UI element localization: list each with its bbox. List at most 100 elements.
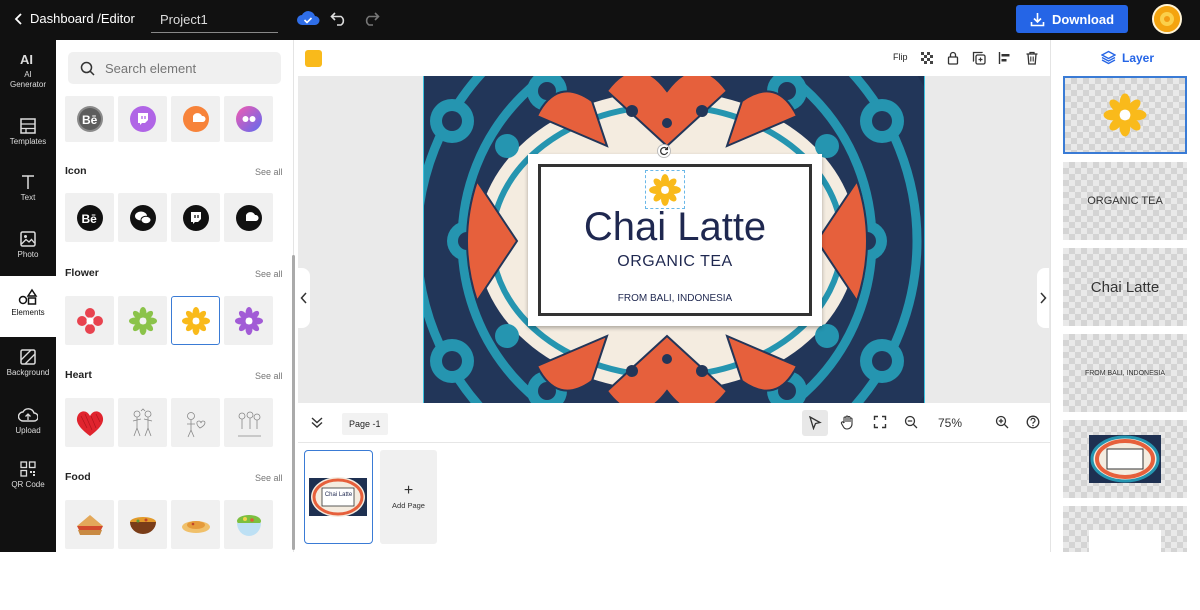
zoom-out-icon[interactable]	[904, 415, 918, 429]
see-all-flower-link[interactable]: See all	[255, 269, 283, 279]
curry-bowl-tile[interactable]	[118, 500, 167, 549]
project-name-field[interactable]: Project1	[151, 6, 278, 33]
couple-sketch-tile[interactable]	[118, 398, 167, 447]
layer-flower[interactable]	[1063, 76, 1187, 154]
chevron-left-icon	[14, 12, 22, 25]
color-swatch[interactable]	[305, 50, 322, 67]
avatar[interactable]	[1152, 4, 1182, 34]
lock-icon[interactable]	[946, 51, 960, 65]
zoom-in-icon[interactable]	[995, 415, 1009, 429]
nav-label: Text	[20, 193, 36, 202]
fit-screen-icon[interactable]	[873, 415, 887, 429]
layer-mandala-background[interactable]	[1063, 420, 1187, 498]
section-title-icon: Icon	[65, 165, 87, 177]
white-rectangle-thumbnail	[1089, 530, 1161, 552]
see-all-heart-link[interactable]: See all	[255, 371, 283, 381]
salad-bowl-icon	[236, 514, 261, 536]
download-button[interactable]: Download	[1016, 5, 1128, 33]
design-title[interactable]: Chai Latte	[541, 205, 809, 250]
breadcrumb: Dashboard /Editor	[30, 11, 135, 26]
redo-icon[interactable]	[362, 10, 380, 26]
nav-label: QR Code	[11, 480, 45, 489]
design-subtitle[interactable]: ORGANIC TEA	[541, 253, 809, 271]
nav-text[interactable]: Text	[0, 173, 56, 213]
search-box[interactable]	[68, 52, 281, 84]
layer-tab[interactable]: Layer	[1101, 50, 1154, 65]
couple-sketch-icon	[132, 407, 152, 436]
nav-elements[interactable]: Elements	[0, 276, 56, 337]
panel-scrollbar[interactable]	[292, 255, 295, 550]
red-heart-tile[interactable]	[65, 398, 114, 447]
collapse-pages-icon[interactable]	[310, 415, 324, 429]
svg-text:Bē: Bē	[81, 212, 97, 226]
download-label: Download	[1051, 11, 1115, 27]
design-canvas[interactable]: Chai Latte ORGANIC TEA FROM BALI, INDONE…	[423, 76, 925, 403]
soundcloud-black-tile[interactable]	[224, 193, 273, 242]
design-origin[interactable]: FROM BALI, INDONESIA	[541, 293, 809, 304]
people-sketch-tile[interactable]	[224, 398, 273, 447]
sandwich-tile[interactable]	[65, 500, 114, 549]
collapse-left-panel-button[interactable]	[298, 268, 310, 328]
page-thumbnail-title: Chai Latte	[324, 492, 353, 498]
add-page-button[interactable]: + Add Page	[380, 450, 437, 544]
yellow-flower-tile[interactable]	[171, 296, 220, 345]
undo-icon[interactable]	[330, 10, 348, 26]
nav-label: AI Generator	[9, 70, 47, 89]
green-flower-tile[interactable]	[118, 296, 167, 345]
pages-strip: Chai Latte + Add Page	[298, 443, 1050, 553]
transparency-icon[interactable]	[920, 51, 934, 65]
layer-from-bali[interactable]: FROM BALI, INDONESIA	[1063, 334, 1187, 412]
nav-label: Photo	[17, 250, 39, 259]
nav-templates[interactable]: Templates	[0, 117, 56, 157]
twitch-black-tile[interactable]	[171, 193, 220, 242]
layer-organic-tea[interactable]: ORGANIC TEA	[1063, 162, 1187, 240]
nav-ai-generator[interactable]: AI AI Generator	[0, 50, 56, 100]
noodle-plate-tile[interactable]	[171, 500, 220, 549]
help-icon[interactable]	[1026, 415, 1040, 429]
layer-heading: Layer	[1122, 50, 1155, 65]
duplicate-icon[interactable]	[972, 51, 986, 65]
nav-background[interactable]: Background	[0, 348, 56, 388]
nav-photo[interactable]: Photo	[0, 230, 56, 270]
twitch-purple-tile[interactable]	[118, 96, 167, 142]
back-to-dashboard-link[interactable]: Dashboard /Editor	[14, 11, 135, 26]
selected-flower-element[interactable]	[645, 170, 685, 209]
red-flower-tile[interactable]	[65, 296, 114, 345]
behance-black-tile[interactable]: Bē	[65, 193, 114, 242]
page-thumbnail[interactable]: Chai Latte	[304, 450, 373, 544]
elements-panel: Bē Icon See all Bē Flower See all Heart …	[56, 40, 294, 552]
soundcloud-orange-tile[interactable]	[171, 96, 220, 142]
photo-icon	[20, 231, 36, 247]
search-input[interactable]	[105, 60, 275, 76]
align-left-icon[interactable]	[998, 51, 1012, 65]
delete-icon[interactable]	[1025, 51, 1039, 65]
flip-button[interactable]: Flip	[893, 52, 908, 62]
expand-right-panel-button[interactable]	[1037, 268, 1049, 328]
cloud-saved-icon[interactable]	[296, 8, 320, 28]
yellow-flower-icon	[181, 306, 210, 335]
flickr-gradient-tile[interactable]	[224, 96, 273, 142]
layer-white-rectangle[interactable]	[1063, 506, 1187, 552]
soundcloud-icon	[235, 204, 262, 231]
nav-upload[interactable]: Upload	[0, 406, 56, 446]
purple-flower-tile[interactable]	[224, 296, 273, 345]
svg-text:Bē: Bē	[82, 113, 98, 127]
yellow-flower-icon	[649, 173, 681, 206]
download-icon	[1030, 12, 1045, 26]
page-label[interactable]: Page -1	[342, 413, 388, 435]
layer-chai-latte[interactable]: Chai Latte	[1063, 248, 1187, 326]
see-all-food-link[interactable]: See all	[255, 473, 283, 483]
hand-tool-icon[interactable]	[840, 415, 855, 430]
select-tool-button[interactable]	[802, 410, 828, 436]
heart-sketch-tile[interactable]	[171, 398, 220, 447]
rotate-handle-icon[interactable]	[657, 144, 671, 158]
salad-bowl-tile[interactable]	[224, 500, 273, 549]
green-flower-icon	[128, 306, 157, 335]
nav-qr-code[interactable]: QR Code	[0, 460, 56, 500]
upload-icon	[18, 408, 38, 422]
qr-code-icon	[20, 461, 36, 477]
see-all-icon-link[interactable]: See all	[255, 167, 283, 177]
noodle-plate-icon	[181, 520, 210, 533]
behance-grey-tile[interactable]: Bē	[65, 96, 114, 142]
wechat-black-tile[interactable]	[118, 193, 167, 242]
